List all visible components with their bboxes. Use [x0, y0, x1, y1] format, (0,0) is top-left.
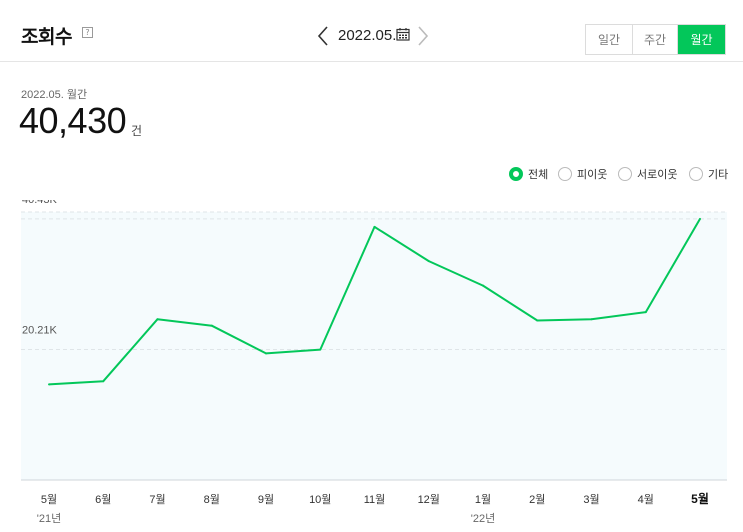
- x-tick-label: 10월: [309, 493, 331, 506]
- calendar-icon[interactable]: [396, 27, 410, 41]
- total-views-unit: 건: [131, 124, 143, 138]
- stats-header: 조회수 ? 2022.05. 일간 주간 월간: [0, 0, 743, 62]
- legend-item-neighbor[interactable]: 피이웃: [558, 166, 607, 182]
- x-tick-label: 9월: [258, 493, 274, 506]
- x-tick-label: 12월: [418, 493, 440, 506]
- chevron-left-icon[interactable]: [315, 24, 333, 48]
- x-tick-label: 4월: [638, 493, 654, 506]
- data-point: [482, 284, 484, 287]
- data-point: [373, 225, 376, 228]
- total-views-count: 40,430: [19, 100, 127, 141]
- help-icon[interactable]: ?: [82, 27, 93, 38]
- radio-icon: [618, 167, 632, 181]
- legend: 전체 피이웃 서로이웃 기타: [0, 166, 743, 182]
- legend-label: 기타: [708, 169, 729, 181]
- views-chart: 20.21K 40.43K 5월 6월 7월 8월 9월 10월 11월 12월 1월 2월 3월 4월 5…: [0, 200, 743, 532]
- data-point: [427, 260, 430, 263]
- x-tick-label: 8월: [204, 493, 220, 506]
- legend-label: 피이웃: [577, 169, 608, 181]
- data-point: [536, 319, 539, 322]
- year-label: '22년: [471, 512, 495, 525]
- x-tick-label: 3월: [583, 493, 599, 506]
- legend-label: 서로이웃: [637, 169, 678, 181]
- radio-icon: [509, 167, 523, 181]
- views-line-chart: 20.21K 40.43K 5월 6월 7월 8월 9월 10월 11월 12월 1월 2월 3월 4월 5…: [21, 200, 727, 525]
- data-point: [48, 383, 50, 386]
- y-tick-label: 20.21K: [22, 324, 58, 336]
- chevron-right-icon[interactable]: [414, 24, 432, 48]
- x-tick-label: 7월: [149, 493, 165, 506]
- data-point: [590, 318, 593, 321]
- data-point: [319, 348, 322, 351]
- year-label: '21년: [37, 512, 61, 525]
- period-button-weekly[interactable]: 주간: [633, 25, 678, 54]
- x-tick-label: 6월: [95, 493, 111, 506]
- data-point: [156, 318, 159, 321]
- x-tick-label: 2월: [529, 493, 545, 506]
- legend-item-all[interactable]: 전체: [509, 166, 548, 182]
- data-point: [102, 380, 105, 383]
- page-title: 조회수: [21, 27, 72, 48]
- radio-icon: [558, 167, 572, 181]
- x-tick-label: 5월: [691, 491, 709, 506]
- period-toggle: 일간 주간 월간: [585, 24, 726, 55]
- period-button-daily[interactable]: 일간: [586, 25, 633, 54]
- data-point: [265, 352, 267, 355]
- current-date: 2022.05.: [338, 27, 397, 44]
- period-button-monthly[interactable]: 월간: [678, 25, 725, 54]
- legend-item-mutual-neighbor[interactable]: 서로이웃: [618, 166, 677, 182]
- x-tick-label: 11월: [364, 493, 386, 506]
- data-point: [699, 217, 701, 220]
- y-tick-label: 40.43K: [22, 200, 58, 206]
- plot-area: [21, 212, 727, 480]
- legend-item-other[interactable]: 기타: [689, 166, 728, 182]
- x-tick-label: 1월: [475, 493, 491, 506]
- legend-label: 전체: [528, 169, 549, 181]
- data-point: [210, 324, 213, 327]
- data-point: [644, 311, 647, 314]
- x-tick-label: 5월: [41, 493, 57, 506]
- radio-icon: [689, 167, 703, 181]
